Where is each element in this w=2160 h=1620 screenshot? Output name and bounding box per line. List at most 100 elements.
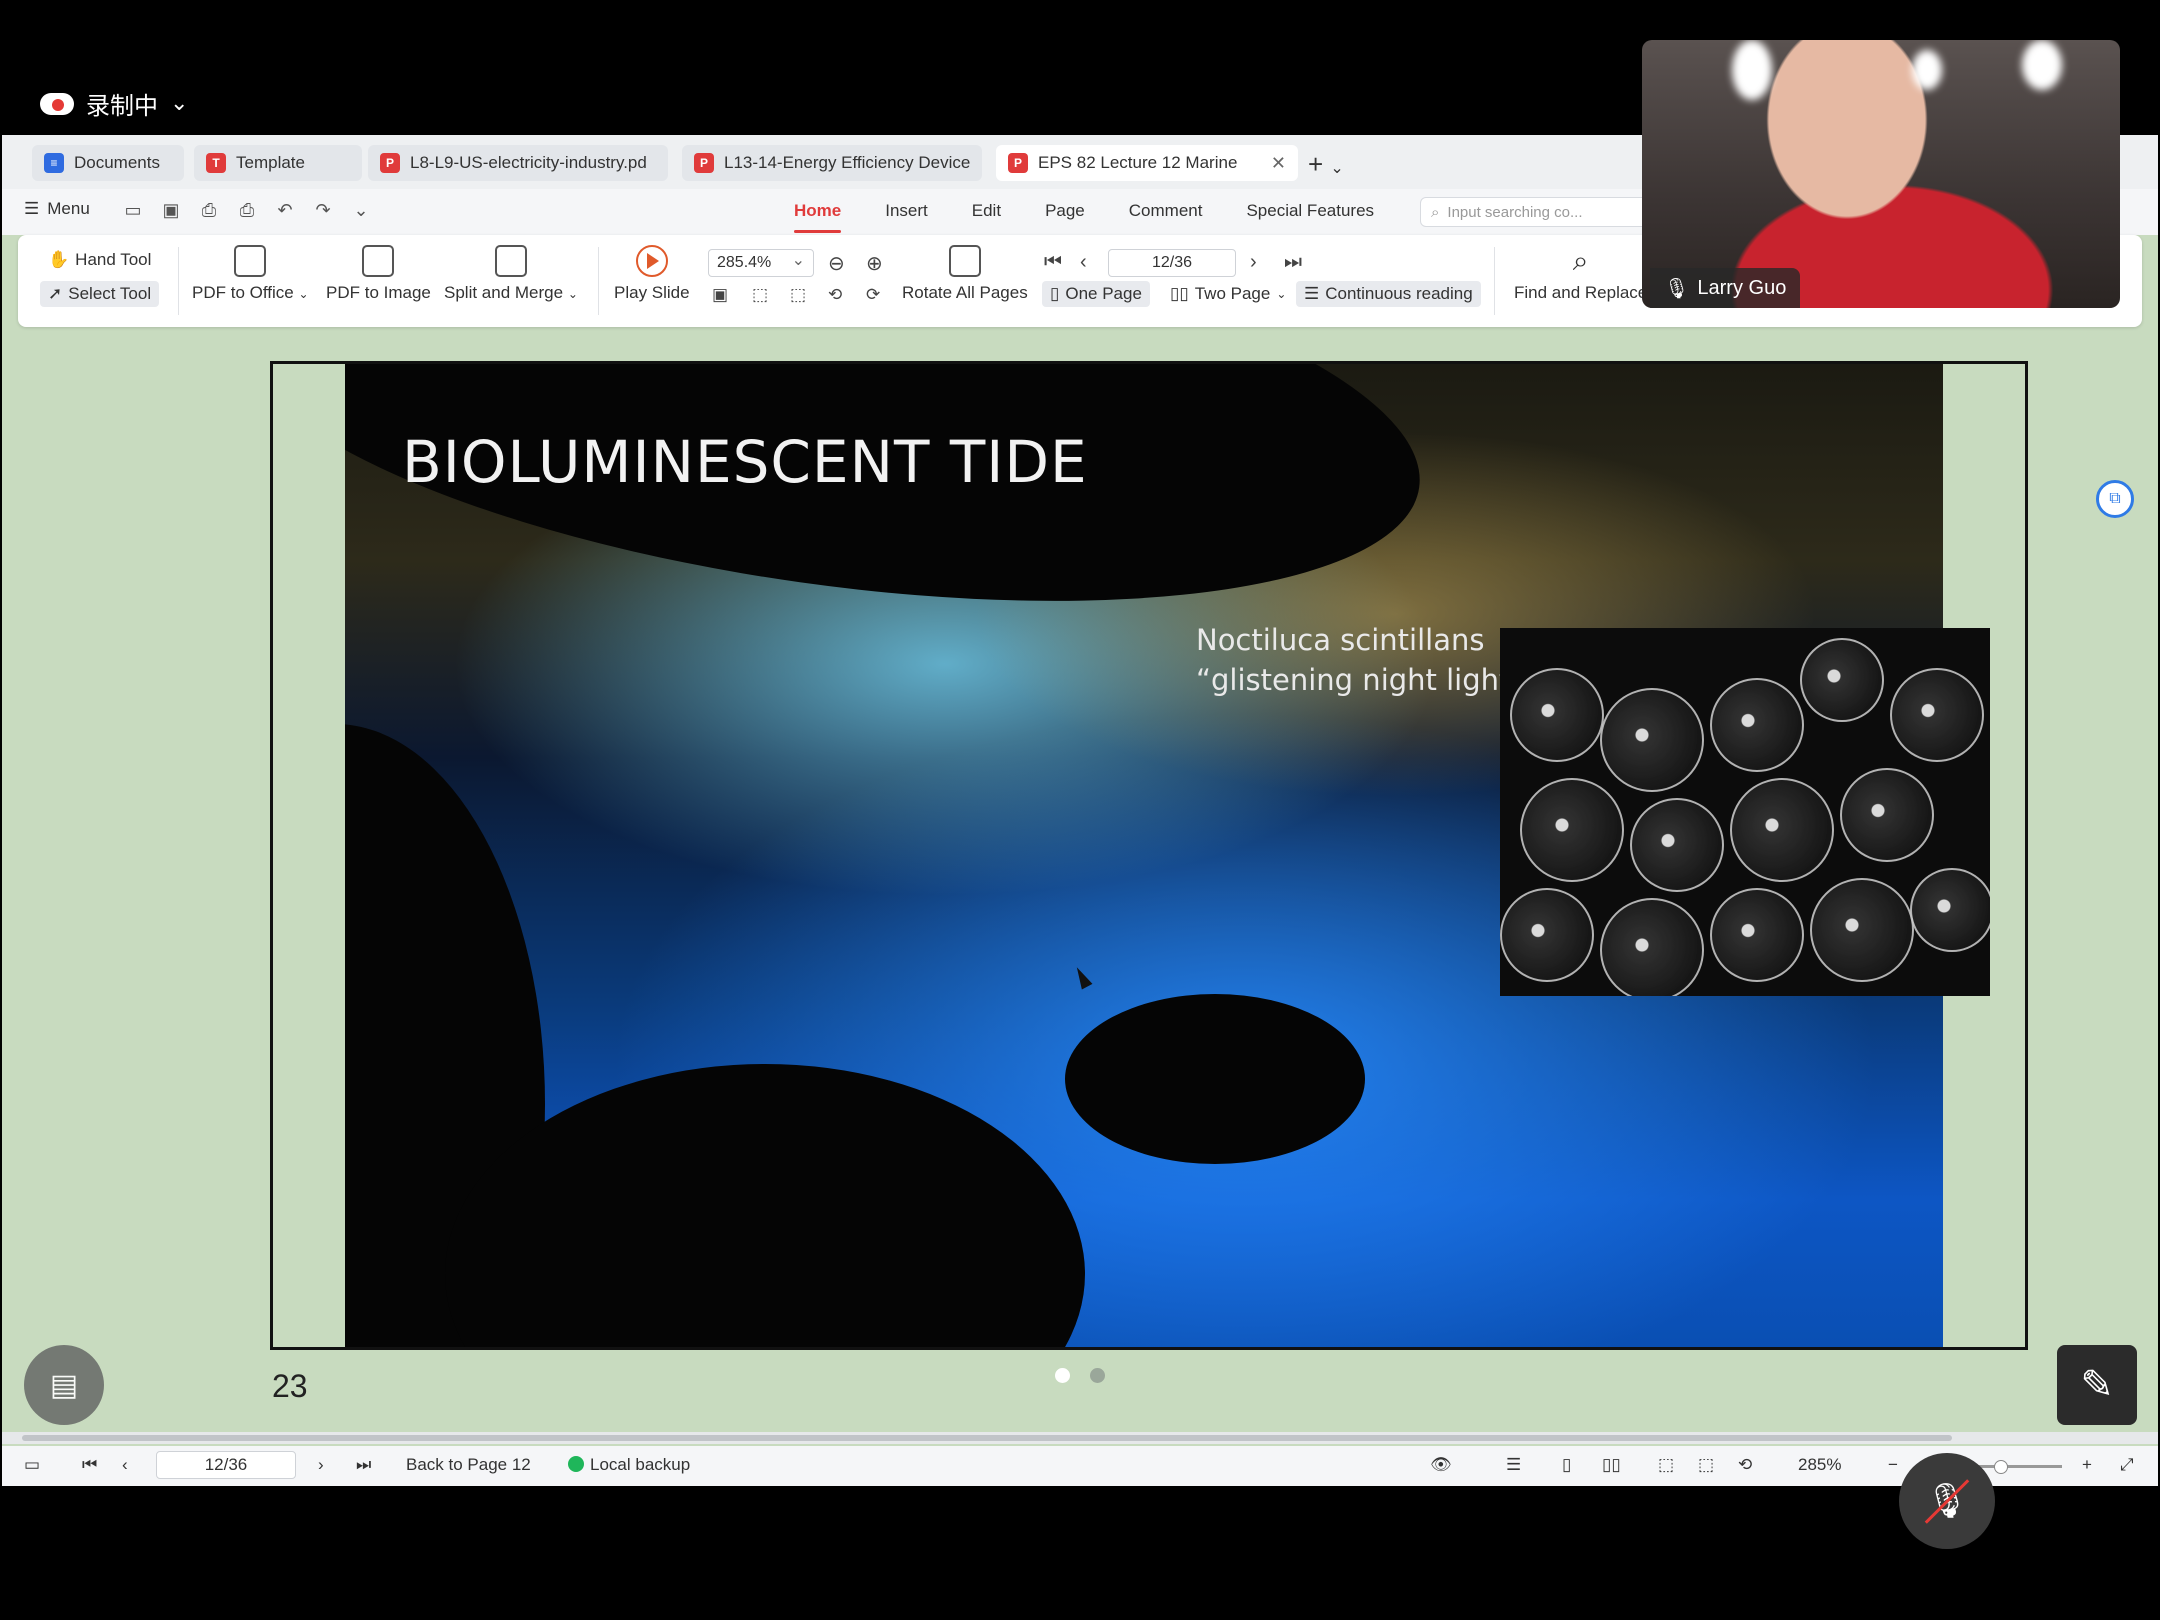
cloud-record-icon (40, 92, 74, 115)
cell-shape (1890, 668, 1984, 762)
fit-width-icon[interactable]: ⬚ (1658, 1455, 1674, 1475)
play-slide-button[interactable]: Play Slide (614, 245, 690, 303)
undo-icon[interactable]: ↶ (274, 199, 296, 221)
tab-special-features[interactable]: Special Features (1224, 201, 1396, 221)
slide-caption: Noctiluca scintillans “glistening night … (1196, 620, 1525, 700)
find-replace-button[interactable]: ⌕ Find and Replace (1514, 245, 1647, 303)
rotate-icon[interactable]: ⟲ (1738, 1455, 1752, 1475)
actual-size-icon[interactable]: ▣ (712, 285, 728, 305)
ceiling-light-shape (2022, 40, 2062, 90)
next-page-icon[interactable]: › (318, 1455, 324, 1475)
participant-video-tile[interactable]: 🎙 Larry Guo (1642, 40, 2120, 308)
first-page-icon[interactable]: ⏮ (82, 1455, 97, 1475)
rotate-right-icon[interactable]: ⟳ (866, 285, 880, 305)
zoom-out-icon[interactable]: − (1888, 1455, 1898, 1475)
rotate-all-pages-button[interactable]: Rotate All Pages (902, 245, 1028, 303)
horizontal-scrollbar[interactable] (2, 1432, 2158, 1444)
one-page-icon[interactable]: ▯ (1562, 1455, 1571, 1475)
backup-label: Local backup (590, 1455, 691, 1474)
fit-width-icon[interactable]: ⬚ (790, 285, 806, 305)
chevron-down-icon: ⌄ (1276, 287, 1287, 301)
tab-comment[interactable]: Comment (1107, 201, 1225, 221)
zoom-level[interactable]: 285% (1798, 1455, 1841, 1475)
docs-icon: ≡ (44, 153, 64, 173)
cell-shape (1710, 888, 1804, 982)
two-page-button[interactable]: ▯▯ Two Page ⌄ (1162, 281, 1294, 307)
last-page-icon[interactable]: ⏭ (356, 1455, 371, 1475)
sidebar-toggle-icon[interactable]: ▭ (24, 1455, 40, 1475)
zoom-in-icon[interactable]: ⊕ (866, 251, 883, 276)
cell-shape (1800, 638, 1884, 722)
chat-bubble-button[interactable]: ▤ (24, 1345, 104, 1425)
mute-mic-button[interactable]: 🎙 (1899, 1453, 1995, 1549)
save-icon[interactable]: ▣ (160, 199, 182, 221)
continuous-reading-button[interactable]: ☰ Continuous reading (1296, 281, 1481, 307)
open-folder-icon[interactable]: ▭ (122, 199, 144, 221)
split-merge-button[interactable]: Split and Merge ⌄ (444, 245, 578, 303)
back-to-page-link[interactable]: Back to Page 12 (406, 1455, 531, 1475)
print-preview-icon[interactable]: ⎙ (198, 199, 220, 221)
prev-page-icon[interactable]: ‹ (1080, 251, 1087, 274)
fullscreen-icon[interactable]: ⤢ (2120, 1455, 2134, 1475)
cell-shape (1510, 668, 1604, 762)
redo-icon[interactable]: ↷ (312, 199, 334, 221)
page-number-input[interactable]: 12/36 (1108, 249, 1236, 277)
two-page-icon[interactable]: ▯▯ (1602, 1455, 1621, 1475)
tab-insert[interactable]: Insert (863, 201, 950, 221)
cell-shape (1600, 898, 1704, 996)
tab-eps82-active[interactable]: P EPS 82 Lecture 12 Marine ✕ (996, 145, 1298, 181)
continuous-icon[interactable]: ☰ (1506, 1455, 1521, 1475)
fit-page-icon[interactable]: ⬚ (1698, 1455, 1714, 1475)
chevron-down-icon: ⌄ (170, 91, 189, 116)
close-icon[interactable]: ✕ (1271, 153, 1286, 174)
zoom-select[interactable]: 285.4% (708, 249, 814, 277)
new-tab-button[interactable]: + ⌄ (1308, 149, 1344, 180)
first-page-icon[interactable]: ⏮ (1044, 251, 1062, 274)
tab-l13-14[interactable]: P L13-14-Energy Efficiency Device (682, 145, 982, 181)
split-merge-label: Split and Merge (444, 283, 564, 302)
tab-page[interactable]: Page (1023, 201, 1107, 221)
pdf-to-image-button[interactable]: PDF to Image (326, 245, 431, 303)
eye-icon[interactable]: 👁 (1430, 1455, 1452, 1475)
one-page-label: One Page (1065, 284, 1142, 303)
cell-shape (1910, 868, 1990, 952)
last-page-icon[interactable]: ⏭ (1284, 251, 1302, 274)
side-panel-button[interactable]: ⧉ (2096, 480, 2134, 518)
cursor-arrow-icon: ➚ (48, 284, 63, 303)
next-page-icon[interactable]: › (1250, 251, 1257, 274)
zoom-in-icon[interactable]: + (2082, 1455, 2092, 1475)
tab-edit[interactable]: Edit (950, 201, 1023, 221)
hand-tool-button[interactable]: ✋ Hand Tool (40, 247, 159, 273)
hand-tool-label: Hand Tool (75, 250, 152, 269)
quick-access-toolbar: ▭ ▣ ⎙ ⎙ ↶ ↷ ⌄ (122, 199, 372, 221)
search-box[interactable]: ⌕ Input searching co... (1420, 197, 1670, 227)
status-page-input[interactable]: 12/36 (156, 1451, 296, 1479)
tab-documents[interactable]: ≡ Documents (32, 145, 184, 181)
pdf-to-office-button[interactable]: PDF to Office ⌄ (192, 245, 309, 303)
menu-button[interactable]: ☰ Menu (24, 199, 90, 219)
carousel-dot[interactable] (1055, 1368, 1070, 1383)
tab-l8-l9[interactable]: P L8-L9-US-electricity-industry.pd (368, 145, 668, 181)
pdf-to-image-label: PDF to Image (326, 283, 431, 302)
one-page-button[interactable]: ▯ One Page (1042, 281, 1150, 307)
annotate-button[interactable]: ✎ (2057, 1345, 2137, 1425)
recording-label: 录制中 (86, 92, 158, 120)
zoom-out-icon[interactable]: ⊖ (828, 251, 845, 276)
zoom-slider-knob[interactable] (1994, 1460, 2008, 1474)
carousel-dots (1055, 1368, 1105, 1383)
scrollbar-thumb[interactable] (22, 1435, 1952, 1441)
fit-page-icon[interactable]: ⬚ (752, 285, 768, 305)
chevron-down-icon[interactable]: ⌄ (350, 199, 372, 221)
search-placeholder: Input searching co... (1447, 203, 1583, 221)
tab-template[interactable]: T Template (194, 145, 362, 181)
local-backup-status[interactable]: Local backup (568, 1455, 690, 1475)
prev-page-icon[interactable]: ‹ (122, 1455, 128, 1475)
recording-indicator[interactable]: 录制中 ⌄ (40, 86, 188, 121)
magnifier-icon: ⌕ (1572, 245, 1589, 276)
select-tool-button[interactable]: ➚ Select Tool (40, 281, 160, 307)
tab-home[interactable]: Home (772, 201, 863, 233)
print-icon[interactable]: ⎙ (236, 199, 258, 221)
rotate-left-icon[interactable]: ⟲ (828, 285, 842, 305)
carousel-dot[interactable] (1090, 1368, 1105, 1383)
chat-icon: ▤ (49, 1368, 79, 1402)
